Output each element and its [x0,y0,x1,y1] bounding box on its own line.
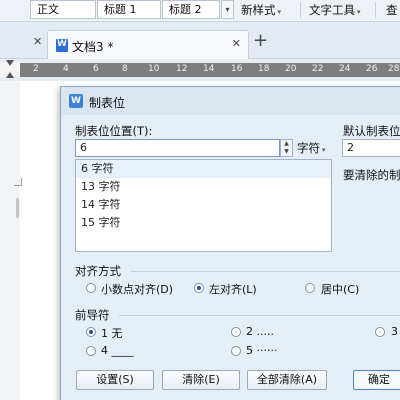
dialog-title: 制表位 [89,96,126,110]
ruler-number: 20 [285,64,297,74]
option-leader-none[interactable]: 1 无 [101,325,123,341]
radio-leader-dots[interactable] [231,327,241,337]
ruler-number: 26 [366,64,378,74]
page-corner-mark [14,178,22,186]
word-document-icon [56,39,68,52]
tab-position-label: 制表位位置(T): [75,124,153,138]
spin-down-icon[interactable]: ▼ [281,148,292,156]
ruler-number: 2 [33,64,39,74]
list-item[interactable]: 13 字符 [76,178,331,196]
leader-label: 前导符 [75,308,110,322]
ruler-number: 14 [203,64,215,74]
plus-icon[interactable]: + [253,32,268,50]
wps-logo-icon: W [69,94,83,108]
close-icon[interactable]: ✕ [232,37,241,50]
option-left-align[interactable]: 左对齐(L) [209,281,257,297]
radio-leader-middot[interactable] [231,346,241,356]
document-tab-title: 文档3 * [72,40,114,54]
chevron-down-icon: ▾ [357,8,361,16]
ruler-number: 4 [63,64,69,74]
ruler-number: 6 [93,64,99,74]
tab-stops-dialog: W 制表位 制表位位置(T): 6 ▲ ▼ 字符 ▾ 6 字符 13 字符 14 … [60,86,400,400]
ruler-number: 12 [176,64,188,74]
alignment-label: 对齐方式 [75,264,121,278]
ribbon-overflow-item[interactable]: 查 [386,2,398,18]
radio-decimal-align[interactable] [86,283,96,293]
document-tab[interactable]: 文档3 * ✕ [47,30,249,59]
set-button[interactable]: 设置(S) [76,370,154,390]
indent-marker-icon[interactable] [5,59,15,81]
chevron-down-icon: ▾ [277,8,282,16]
radio-leader-3[interactable] [375,327,385,337]
style-heading-2[interactable]: 标题 2 [162,0,220,19]
tab-position-input[interactable]: 6 [75,139,280,157]
unit-dropdown[interactable]: 字符 ▾ [297,140,326,156]
ruler-number: 22 [312,64,324,74]
style-heading-1[interactable]: 标题 1 [97,0,161,19]
style-normal[interactable]: 正文 [30,0,96,19]
option-leader-underline[interactable]: 4 ____ [101,344,134,357]
list-item[interactable]: 15 字符 [76,214,331,232]
text-tools-label: 文字工具 [309,3,355,17]
spin-up-icon[interactable]: ▲ [281,140,292,148]
ruler-number: 16 [231,64,243,74]
ruler-number: 18 [258,64,270,74]
radio-center-align[interactable] [305,283,315,293]
ribbon: 正文 标题 1 标题 2 ▾ 新样式 ▾ 文字工具 ▾ 查 [0,0,400,22]
close-icon[interactable]: ✕ [33,35,42,48]
radio-leader-none[interactable] [86,327,96,337]
option-leader-3[interactable]: 3 [391,325,398,338]
radio-leader-underline[interactable] [86,346,96,356]
ruler-number: 28 [388,64,400,74]
radio-left-align[interactable] [194,283,204,293]
default-tab-label: 默认制表位 [343,124,400,138]
style-gallery-more-icon[interactable]: ▾ [221,0,234,19]
ribbon-divider [300,2,301,18]
tab-position-spinner[interactable]: ▲ ▼ [280,139,293,157]
ribbon-divider [375,2,376,18]
clear-all-button[interactable]: 全部清除(A) [247,370,327,390]
dialog-titlebar[interactable]: W 制表位 [61,87,400,115]
text-tools-button[interactable]: 文字工具 ▾ [309,2,361,18]
list-item[interactable]: 6 字符 [76,160,331,178]
clear-button[interactable]: 清除(E) [162,370,240,390]
new-style-label: 新样式 [241,3,276,17]
option-decimal-align[interactable]: 小数点对齐(D) [101,281,173,297]
option-leader-dots[interactable]: 2 ..... [246,325,274,338]
unit-label: 字符 [297,141,320,155]
horizontal-ruler[interactable]: 2 4 6 8 10 12 14 16 18 20 22 24 26 28 [0,63,400,77]
ok-button[interactable]: 确定 [353,370,400,390]
chevron-down-icon: ▾ [322,146,326,154]
text-cursor-marker [16,198,19,218]
new-style-button[interactable]: 新样式 ▾ [241,2,281,18]
option-center-align[interactable]: 居中(C) [321,281,359,297]
document-tab-bar: ✕ 文档3 * ✕ + [0,22,400,59]
to-clear-label: 要清除的制 [343,168,400,182]
option-leader-middot[interactable]: 5 ······ [246,344,277,357]
list-item[interactable]: 14 字符 [76,196,331,214]
tab-stop-list[interactable]: 6 字符 13 字符 14 字符 15 字符 [75,159,332,252]
default-tab-input[interactable]: 2 [342,139,400,157]
group-divider [131,271,400,272]
document-left-margin [0,81,20,400]
group-divider [119,315,400,316]
ruler-number: 24 [339,64,351,74]
ruler-area: 2 4 6 8 10 12 14 16 18 20 22 24 26 28 [0,59,400,81]
ruler-number: 8 [122,64,128,74]
ruler-number: 10 [148,64,160,74]
